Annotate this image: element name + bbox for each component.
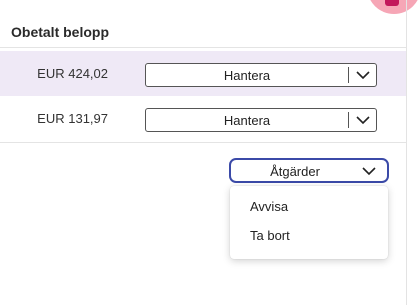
menu-item-delete[interactable]: Ta bort: [230, 221, 388, 250]
chevron-down-icon[interactable]: [355, 112, 371, 128]
amount-cell: EUR 131,97: [37, 111, 108, 126]
panel-divider: [406, 0, 407, 305]
amount-cell: EUR 424,02: [37, 66, 108, 81]
notification-icon: [385, 0, 399, 6]
select-divider: [348, 67, 349, 83]
menu-item-reject[interactable]: Avvisa: [230, 192, 388, 221]
manage-select-label: Hantera: [223, 113, 271, 128]
chevron-down-icon[interactable]: [355, 67, 371, 83]
manage-select[interactable]: Hantera: [145, 63, 377, 87]
actions-dropdown-button[interactable]: Åtgärder: [229, 158, 389, 183]
page: Obetalt belopp EUR 424,02 Hantera EUR 13…: [0, 0, 419, 305]
select-divider: [348, 112, 349, 128]
actions-dropdown-label: Åtgärder: [270, 164, 320, 179]
manage-select[interactable]: Hantera: [145, 108, 377, 132]
table-row[interactable]: EUR 424,02 Hantera: [0, 51, 406, 98]
table-header: Obetalt belopp: [0, 20, 406, 48]
manage-select-label: Hantera: [223, 68, 271, 83]
table-row[interactable]: EUR 131,97 Hantera: [0, 96, 406, 143]
actions-menu: Avvisa Ta bort: [230, 186, 388, 259]
column-header-unpaid-amount: Obetalt belopp: [11, 24, 109, 40]
chevron-down-icon: [362, 167, 376, 176]
